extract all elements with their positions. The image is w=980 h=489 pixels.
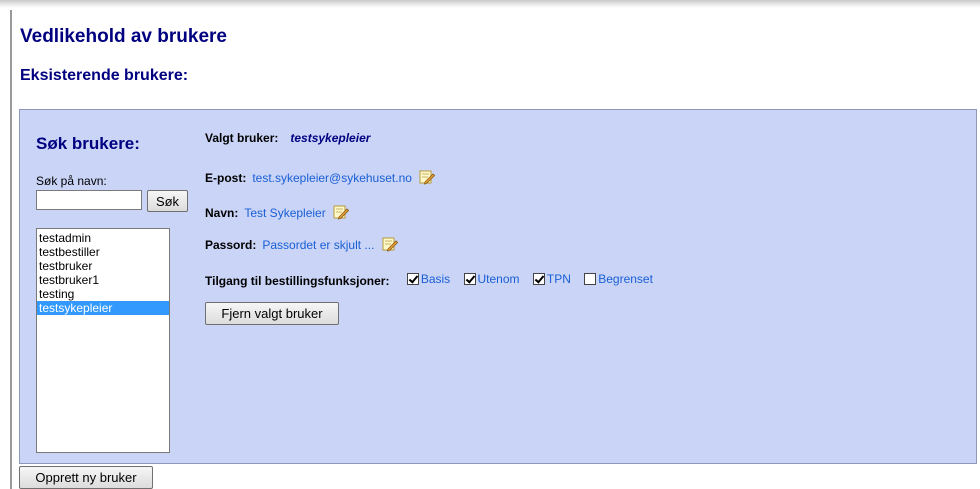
edit-email-icon[interactable]	[419, 169, 436, 185]
page-title: Vedlikehold av brukere	[20, 26, 227, 47]
edit-name-icon[interactable]	[333, 204, 350, 220]
access-tpn-label: TPN	[546, 272, 571, 286]
search-button[interactable]: Søk	[147, 190, 188, 212]
access-checkbox-basis[interactable]: Basis	[406, 272, 451, 286]
access-label: Tilgang til bestillingsfunksjoner:	[205, 274, 390, 288]
checkbox-checked-icon[interactable]	[406, 273, 419, 285]
list-item[interactable]: testing	[37, 287, 169, 301]
selected-user-value: testsykepleier	[290, 131, 371, 145]
list-item-selected[interactable]: testsykepleier	[37, 301, 169, 315]
name-value[interactable]: Test Sykepleier	[244, 206, 325, 220]
window-top-shadow	[0, 0, 980, 8]
user-list[interactable]: testadmin testbestiller testbruker testb…	[36, 228, 170, 453]
section-title: Eksisterende brukere:	[20, 67, 189, 84]
list-item[interactable]: testadmin	[37, 231, 169, 245]
search-title: Søk brukere:	[36, 134, 140, 153]
name-row: Navn: Test Sykepleier	[205, 204, 350, 220]
name-label: Navn:	[205, 206, 239, 220]
list-item[interactable]: testbestiller	[37, 245, 169, 259]
email-row: E-post: test.sykepleier@sykehuset.no	[205, 169, 436, 185]
search-label: Søk på navn:	[36, 174, 107, 188]
checkbox-unchecked-icon[interactable]	[584, 273, 597, 285]
access-checkbox-tpn[interactable]: TPN	[532, 272, 571, 286]
access-checkbox-begrenset[interactable]: Begrenset	[584, 272, 653, 286]
email-value[interactable]: test.sykepleier@sykehuset.no	[252, 171, 412, 185]
left-border	[10, 10, 12, 489]
checkbox-checked-icon[interactable]	[532, 273, 545, 285]
remove-user-button[interactable]: Fjern valgt bruker	[205, 302, 339, 325]
create-user-button[interactable]: Opprett ny bruker	[19, 466, 153, 489]
password-value[interactable]: Passordet er skjult ...	[262, 238, 374, 252]
access-begrenset-label: Begrenset	[598, 272, 653, 286]
email-label: E-post:	[205, 171, 247, 185]
access-row: Tilgang til bestillingsfunksjoner: Basis…	[205, 272, 653, 288]
access-basis-label: Basis	[420, 272, 451, 286]
edit-password-icon[interactable]	[382, 236, 398, 252]
access-utenom-label: Utenom	[477, 272, 520, 286]
search-input[interactable]	[36, 190, 142, 210]
access-checkbox-utenom[interactable]: Utenom	[463, 272, 520, 286]
list-item[interactable]: testbruker1	[37, 273, 169, 287]
users-panel: Søk brukere: Søk på navn: Søk testadmin …	[19, 109, 977, 464]
list-item[interactable]: testbruker	[37, 259, 169, 273]
password-label: Passord:	[205, 238, 257, 252]
password-row: Passord: Passordet er skjult ...	[205, 236, 398, 252]
selected-user-row: Valgt bruker: testsykepleier	[205, 131, 370, 145]
checkbox-checked-icon[interactable]	[463, 273, 476, 285]
selected-user-label: Valgt bruker:	[205, 131, 279, 145]
